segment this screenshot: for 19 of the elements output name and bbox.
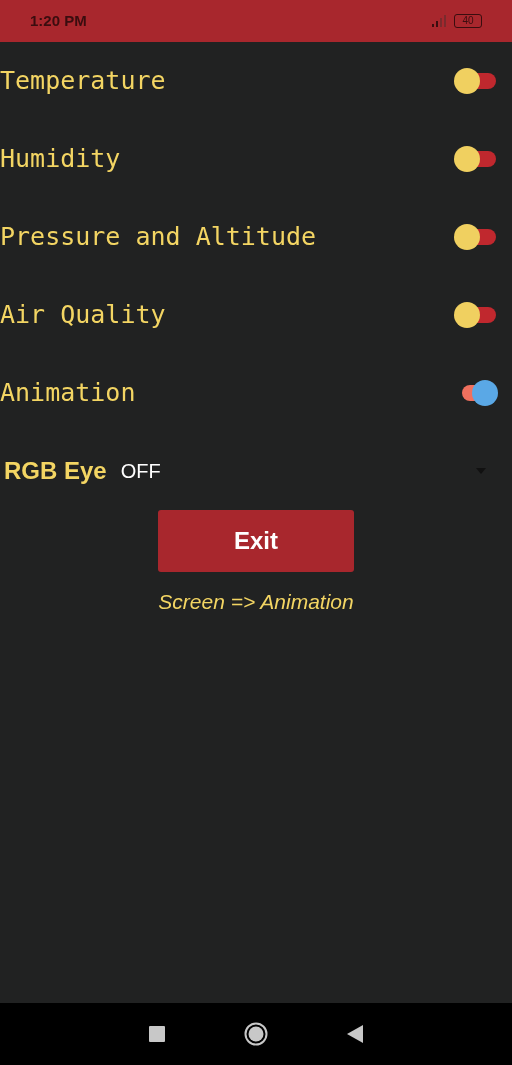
home-icon[interactable] [244,1022,268,1046]
toggle-switch[interactable] [454,145,498,173]
status-time: 1:20 PM [30,10,87,31]
setting-label: Pressure and Altitude [0,221,317,254]
setting-label: Humidity [0,143,121,176]
screen-caption: Screen => Animation [158,589,354,615]
setting-label: Air Quality [0,299,166,332]
setting-label: Temperature [0,65,166,98]
exit-button[interactable]: Exit [158,510,354,572]
square-icon[interactable] [149,1026,166,1042]
toggle-switch[interactable] [454,223,498,251]
setting-label: Animation [0,377,136,410]
dropdown-select[interactable]: OFF [120,451,486,491]
battery-indicator: 40 [454,14,482,28]
toggle-switch[interactable] [454,67,498,95]
signal-icon [432,15,448,27]
dropdown-label: RGB Eye [4,456,107,486]
back-icon[interactable] [346,1025,363,1043]
toggle-switch[interactable] [454,301,498,329]
